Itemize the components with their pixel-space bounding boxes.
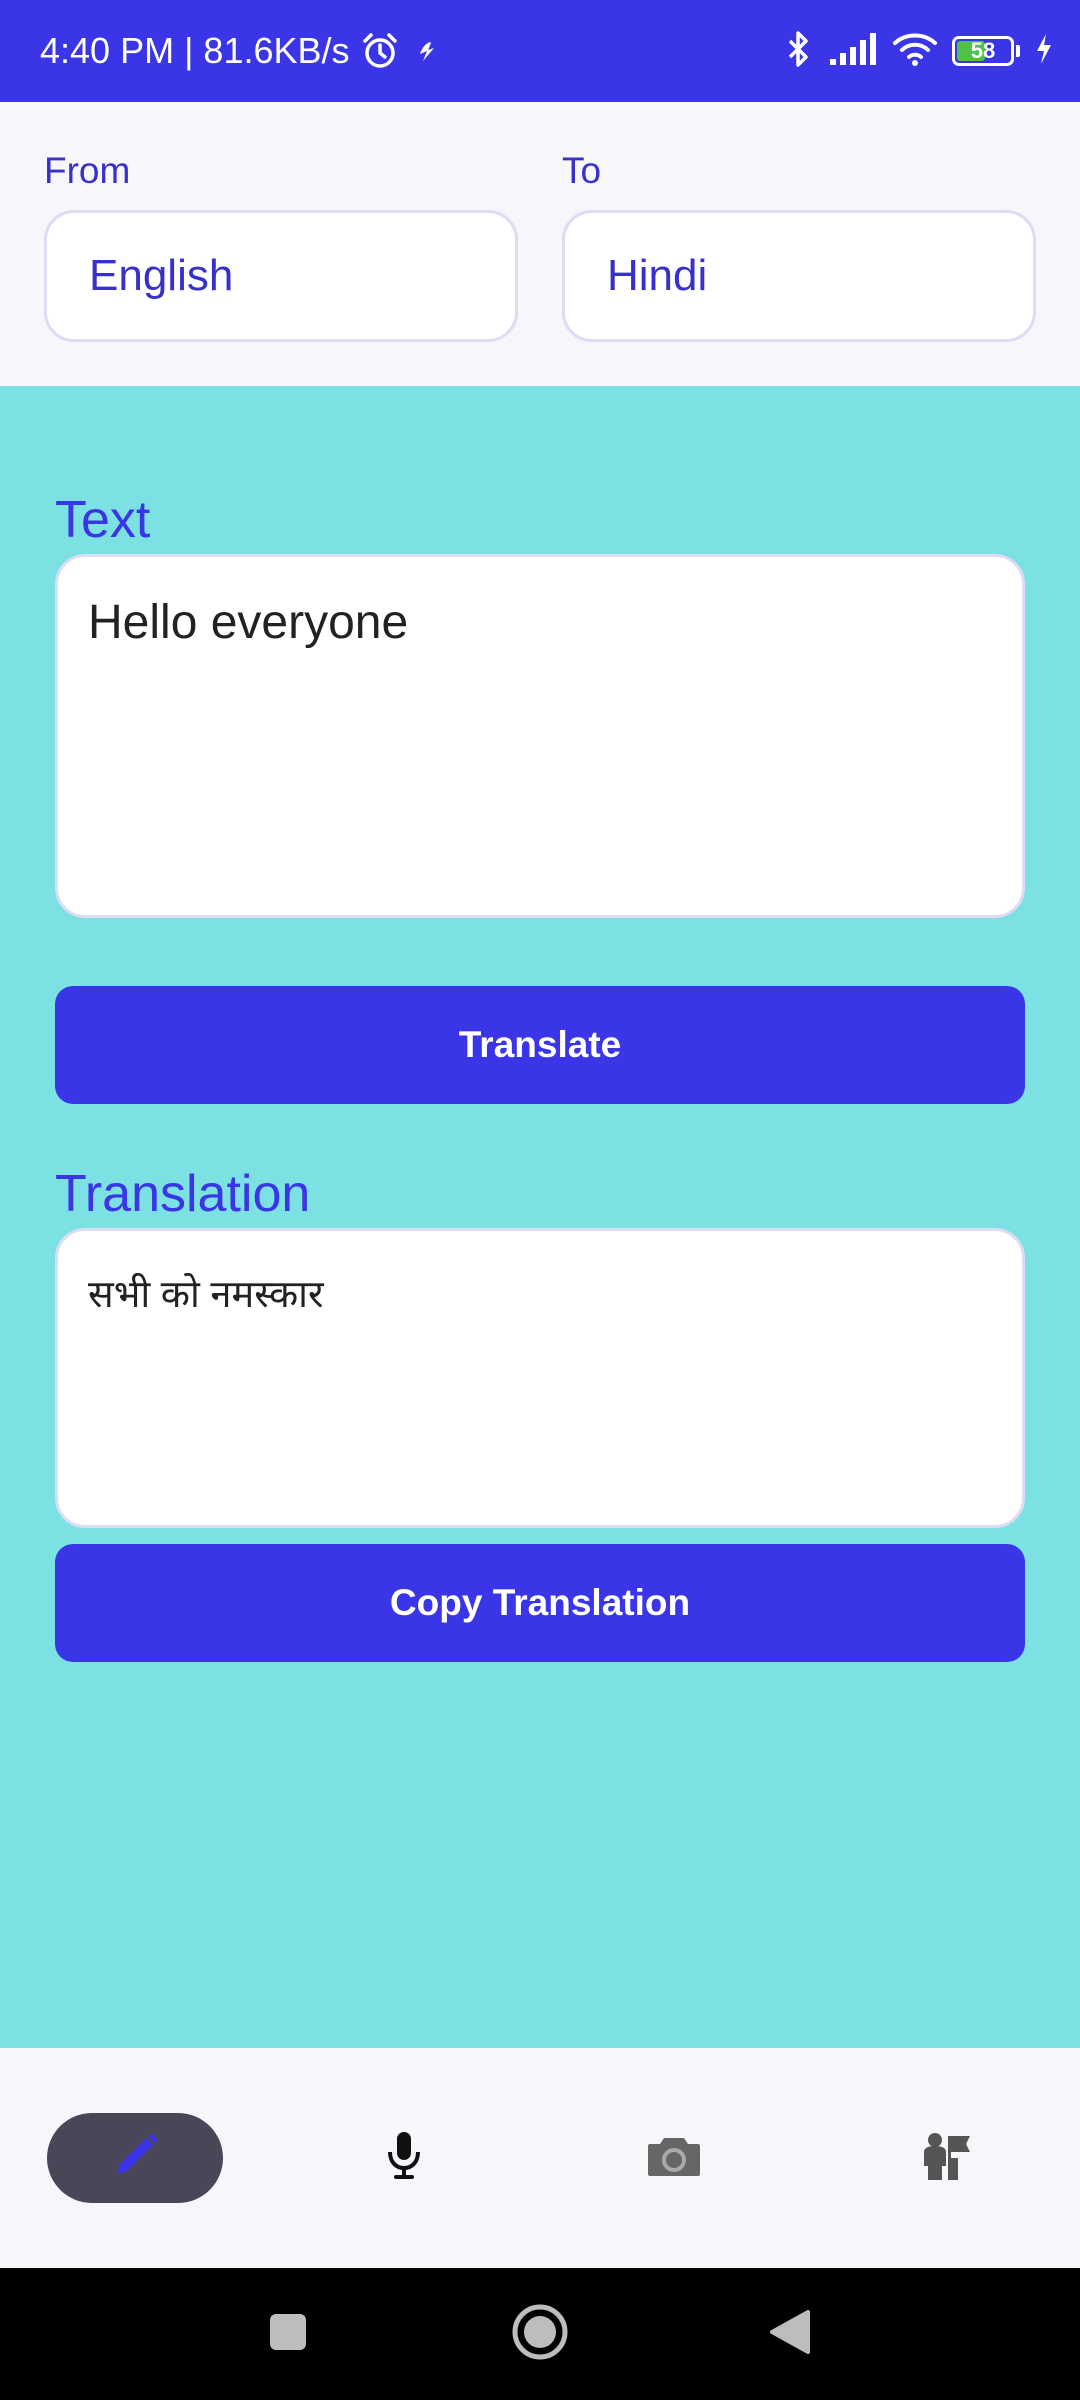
microphone-icon <box>384 2128 424 2189</box>
nav-item-voice[interactable] <box>316 2113 492 2203</box>
source-text-input[interactable]: Hello everyone <box>55 554 1025 918</box>
battery-cap <box>1016 45 1020 57</box>
square-icon <box>268 2312 308 2357</box>
back-button[interactable] <box>740 2268 840 2400</box>
flash-icon <box>410 34 444 68</box>
nav-item-text[interactable] <box>47 2113 223 2203</box>
language-selector: From English To Hindi <box>0 102 1080 386</box>
bottom-navigation <box>0 2048 1080 2268</box>
battery-icon: 58 <box>952 36 1014 66</box>
bluetooth-icon <box>782 29 814 74</box>
recent-apps-button[interactable] <box>238 2268 338 2400</box>
signal-icon <box>828 31 878 72</box>
status-right: 58 <box>782 0 1054 102</box>
status-left: 4:40 PM | 81.6KB/s <box>40 0 444 102</box>
people-icon <box>918 2128 974 2189</box>
to-label: To <box>562 150 602 191</box>
status-bar: 4:40 PM | 81.6KB/s 58 <box>0 0 1080 102</box>
translation-label: Translation <box>55 1165 311 1223</box>
from-language-dropdown[interactable]: English <box>44 210 518 342</box>
main-content: Text Hello everyone Translate Translatio… <box>0 386 1080 2048</box>
system-navigation-bar <box>0 2268 1080 2400</box>
wifi-icon <box>892 31 938 72</box>
translation-value: सभी को नमस्कार <box>88 1274 324 1316</box>
camera-icon <box>646 2132 702 2185</box>
alarm-icon <box>360 31 400 71</box>
from-label: From <box>44 150 131 191</box>
translate-button[interactable]: Translate <box>55 986 1025 1104</box>
source-text-value: Hello everyone <box>88 596 409 649</box>
to-language-value: Hindi <box>607 251 708 300</box>
charging-icon <box>1034 32 1054 71</box>
pencil-icon <box>105 2126 165 2191</box>
from-language-value: English <box>89 251 234 300</box>
copy-translation-button[interactable]: Copy Translation <box>55 1544 1025 1662</box>
translation-output[interactable]: सभी को नमस्कार <box>55 1228 1025 1528</box>
battery-level: 58 <box>970 38 996 63</box>
status-time-speed: 4:40 PM | 81.6KB/s <box>40 30 350 71</box>
text-label: Text <box>55 491 151 549</box>
nav-item-conversation[interactable] <box>858 2113 1034 2203</box>
home-circle-icon <box>510 2302 570 2367</box>
home-button[interactable] <box>490 2268 590 2400</box>
back-triangle-icon <box>768 2308 812 2361</box>
to-language-dropdown[interactable]: Hindi <box>562 210 1036 342</box>
nav-item-camera[interactable] <box>586 2113 762 2203</box>
